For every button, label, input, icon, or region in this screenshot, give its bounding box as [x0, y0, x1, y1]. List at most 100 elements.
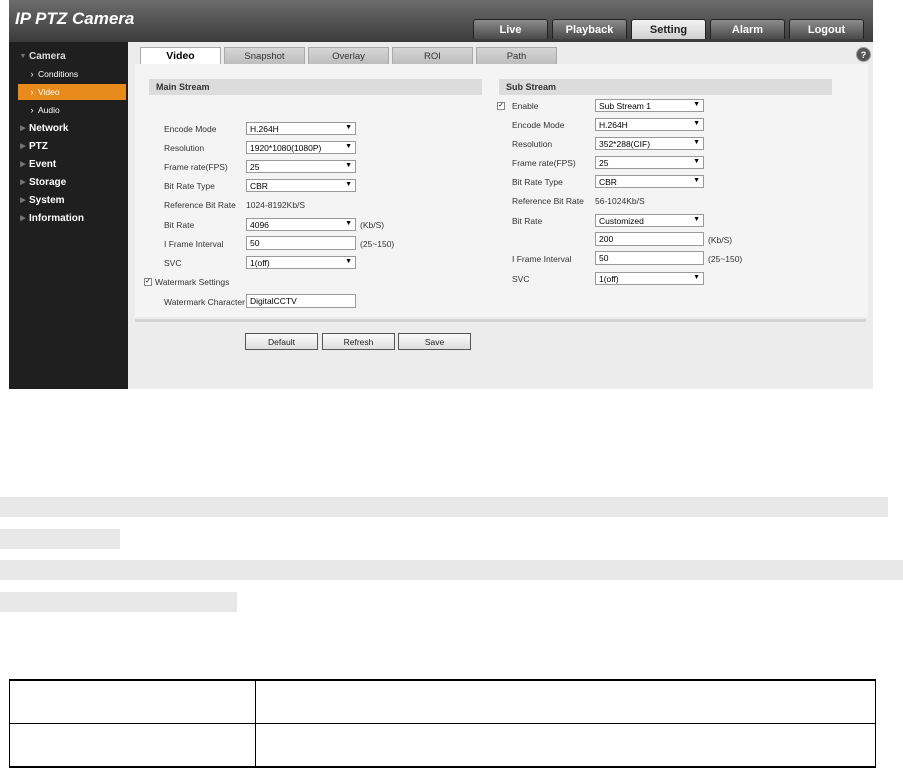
nav-setting-button[interactable]: Setting	[631, 19, 706, 39]
select-value: H.264H	[599, 119, 628, 130]
sidebar-item-camera[interactable]: ▼ Camera	[9, 48, 128, 64]
main-bit-rate-unit: (Kb/S)	[360, 220, 385, 230]
main-frame-rate-select[interactable]: 25 ▼	[246, 160, 356, 173]
help-icon[interactable]: ?	[856, 47, 871, 62]
sub-bit-rate-unit: (Kb/S)	[708, 235, 733, 245]
select-value: 4096	[250, 219, 269, 230]
dropdown-arrow-icon: ▼	[693, 101, 700, 108]
main-i-frame-interval-range: (25~150)	[360, 239, 395, 249]
caret-right-icon: ▶	[20, 215, 26, 222]
main-reference-bit-rate-value: 1024-8192Kb/S	[246, 200, 306, 210]
top-nav: Live Playback Setting Alarm Logout	[473, 19, 864, 39]
tab-snapshot[interactable]: Snapshot	[224, 47, 305, 64]
tab-roi[interactable]: ROI	[392, 47, 473, 64]
text-bar	[0, 560, 903, 580]
dropdown-arrow-icon: ▼	[345, 162, 352, 169]
select-value: Sub Stream 1	[599, 100, 651, 111]
sidebar-item-information[interactable]: ▶ Information	[9, 210, 128, 226]
sub-stream-select[interactable]: Sub Stream 1 ▼	[595, 99, 704, 112]
sub-reference-bit-rate-label: Reference Bit Rate	[512, 196, 584, 206]
nav-playback-button[interactable]: Playback	[552, 19, 627, 39]
dropdown-arrow-icon: ▼	[693, 177, 700, 184]
sidebar-item-label: Conditions	[38, 69, 79, 79]
nav-logout-button[interactable]: Logout	[789, 19, 864, 39]
watermark-settings-checkbox[interactable]: ✓	[144, 278, 152, 286]
sub-frame-rate-select[interactable]: 25 ▼	[595, 156, 704, 169]
chevron-right-icon: ›	[30, 87, 34, 97]
dropdown-arrow-icon: ▼	[693, 139, 700, 146]
chevron-right-icon: ›	[30, 105, 34, 115]
select-value: 25	[250, 161, 260, 172]
sub-bit-rate-select[interactable]: Customized ▼	[595, 214, 704, 227]
sidebar-item-label: Video	[38, 87, 60, 97]
caret-right-icon: ▶	[20, 161, 26, 168]
default-button[interactable]: Default	[245, 333, 318, 350]
sub-i-frame-interval-input[interactable]: 50	[595, 251, 704, 265]
sub-svc-select[interactable]: 1(off) ▼	[595, 272, 704, 285]
select-value: CBR	[250, 180, 268, 191]
watermark-character-label: Watermark Character	[164, 297, 245, 307]
sidebar-item-system[interactable]: ▶ System	[9, 192, 128, 208]
sidebar-item-label: System	[29, 194, 65, 206]
nav-live-button[interactable]: Live	[473, 19, 548, 39]
sidebar-item-event[interactable]: ▶ Event	[9, 156, 128, 172]
main-svc-select[interactable]: 1(off) ▼	[246, 256, 356, 269]
sidebar: ▼ Camera › Conditions › Video › Audio ▶ …	[9, 42, 128, 389]
sub-encode-mode-select[interactable]: H.264H ▼	[595, 118, 704, 131]
dropdown-arrow-icon: ▼	[693, 216, 700, 223]
tab-overlay[interactable]: Overlay	[308, 47, 389, 64]
video-settings-panel: Main Stream Encode Mode H.264H ▼ Resoluti…	[135, 64, 868, 317]
watermark-character-input[interactable]: DigitalCCTV	[246, 294, 356, 308]
text-bar	[0, 497, 888, 517]
sub-resolution-select[interactable]: 352*288(CIF) ▼	[595, 137, 704, 150]
sidebar-item-storage[interactable]: ▶ Storage	[9, 174, 128, 190]
main-stream-header: Main Stream	[149, 79, 482, 95]
text-bar	[0, 592, 237, 612]
sub-i-frame-interval-range: (25~150)	[708, 254, 743, 264]
main-svc-label: SVC	[164, 258, 182, 268]
caret-right-icon: ▶	[20, 125, 26, 132]
dropdown-arrow-icon: ▼	[345, 220, 352, 227]
sidebar-item-audio[interactable]: › Audio	[9, 102, 128, 118]
main-bit-rate-type-label: Bit Rate Type	[164, 181, 215, 191]
sidebar-item-label: Camera	[29, 50, 66, 62]
caret-down-icon: ▼	[19, 52, 27, 60]
table-header-row	[10, 681, 875, 724]
dropdown-arrow-icon: ▼	[345, 181, 352, 188]
select-value: CBR	[599, 176, 617, 187]
sub-bit-rate-type-select[interactable]: CBR ▼	[595, 175, 704, 188]
sub-i-frame-interval-label: I Frame Interval	[512, 254, 572, 264]
sidebar-item-label: Information	[29, 212, 84, 224]
tab-video[interactable]: Video	[140, 47, 221, 64]
sidebar-item-ptz[interactable]: ▶ PTZ	[9, 138, 128, 154]
main-resolution-label: Resolution	[164, 143, 205, 153]
sidebar-item-network[interactable]: ▶ Network	[9, 120, 128, 136]
sub-enable-checkbox[interactable]: ✓	[497, 102, 505, 110]
tab-bar: Video Snapshot Overlay ROI Path	[140, 47, 557, 64]
main-reference-bit-rate-label: Reference Bit Rate	[164, 200, 236, 210]
sidebar-item-video[interactable]: › Video	[18, 84, 126, 100]
tab-path[interactable]: Path	[476, 47, 557, 64]
document-table	[9, 679, 876, 768]
sidebar-item-label: PTZ	[29, 140, 48, 152]
main-bit-rate-type-select[interactable]: CBR ▼	[246, 179, 356, 192]
sidebar-item-label: Storage	[29, 176, 67, 188]
select-value: 352*288(CIF)	[599, 138, 651, 149]
dropdown-arrow-icon: ▼	[693, 274, 700, 281]
app-title: IP PTZ Camera	[15, 9, 135, 28]
sub-bit-rate-type-label: Bit Rate Type	[512, 177, 563, 187]
sidebar-item-conditions[interactable]: › Conditions	[9, 66, 128, 82]
sub-bit-rate-custom-input[interactable]: 200	[595, 232, 704, 246]
dropdown-arrow-icon: ▼	[693, 158, 700, 165]
chevron-right-icon: ›	[30, 69, 34, 79]
caret-right-icon: ▶	[20, 179, 26, 186]
main-bit-rate-select[interactable]: 4096 ▼	[246, 218, 356, 231]
main-i-frame-interval-input[interactable]: 50	[246, 236, 356, 250]
nav-alarm-button[interactable]: Alarm	[710, 19, 785, 39]
refresh-button[interactable]: Refresh	[322, 333, 395, 350]
dropdown-arrow-icon: ▼	[345, 143, 352, 150]
main-resolution-select[interactable]: 1920*1080(1080P) ▼	[246, 141, 356, 154]
app-window: IP PTZ Camera Live Playback Setting Alar…	[9, 0, 873, 389]
main-encode-mode-select[interactable]: H.264H ▼	[246, 122, 356, 135]
save-button[interactable]: Save	[398, 333, 471, 350]
